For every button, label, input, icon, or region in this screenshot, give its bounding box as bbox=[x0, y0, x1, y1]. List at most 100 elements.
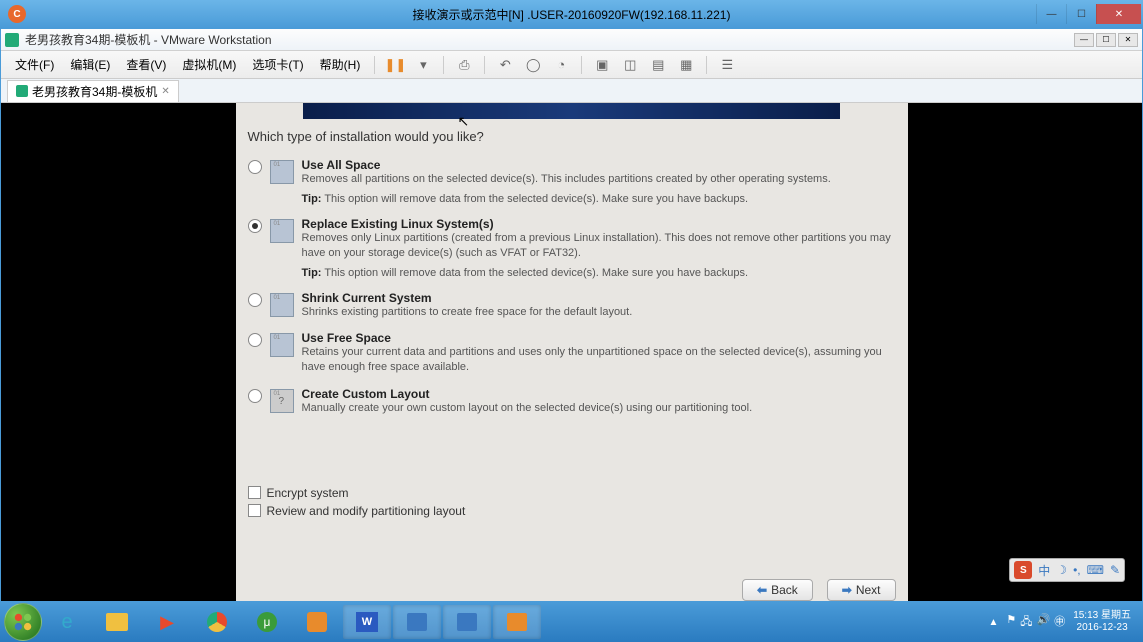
ime-lang[interactable]: 中 bbox=[1038, 562, 1050, 579]
review-checkbox[interactable] bbox=[248, 504, 261, 517]
vmware-minimize-button[interactable]: — bbox=[1074, 33, 1094, 47]
tray-clock[interactable]: 15:13 星期五 2016-12-23 bbox=[1073, 610, 1131, 634]
toolbar-separator bbox=[706, 56, 707, 74]
disk-icon bbox=[270, 293, 294, 317]
start-button[interactable] bbox=[4, 603, 42, 641]
encrypt-checkbox[interactable] bbox=[248, 486, 261, 499]
ime-toolbar[interactable]: S 中 ☽ •, ⌨ ✎ bbox=[1009, 558, 1125, 582]
radio-use-all-space[interactable] bbox=[248, 160, 262, 174]
menu-file[interactable]: 文件(F) bbox=[7, 52, 62, 77]
fullscreen-icon[interactable]: ▣ bbox=[592, 55, 612, 75]
tip-label: Tip: bbox=[302, 193, 322, 205]
toolbar-separator bbox=[581, 56, 582, 74]
remote-title: 接收演示或示范中[N] .USER-20160920FW(192.168.11.… bbox=[413, 6, 731, 23]
option-desc: Manually create your own custom layout o… bbox=[302, 401, 896, 416]
tip-text: This option will remove data from the se… bbox=[321, 267, 748, 279]
tip-text: This option will remove data from the se… bbox=[321, 193, 748, 205]
remote-app-icon: C bbox=[8, 5, 26, 23]
toolbar-separator bbox=[443, 56, 444, 74]
encrypt-label: Encrypt system bbox=[267, 486, 349, 500]
radio-replace-existing[interactable] bbox=[248, 219, 262, 233]
menu-edit[interactable]: 编辑(E) bbox=[62, 52, 118, 77]
vm-display: ↖ Which type of installation would you l… bbox=[1, 103, 1142, 601]
radio-custom-layout[interactable] bbox=[248, 389, 262, 403]
disk-icon: ? bbox=[270, 389, 294, 413]
vmware-close-button[interactable]: ✕ bbox=[1118, 33, 1138, 47]
menu-view[interactable]: 查看(V) bbox=[118, 52, 174, 77]
option-desc: Removes all partitions on the selected d… bbox=[302, 172, 896, 187]
vmware-window: 老男孩教育34期-模板机 - VMware Workstation — ☐ ✕ … bbox=[0, 28, 1143, 602]
tray-ime-icon[interactable]: ㊥ bbox=[1054, 613, 1065, 632]
console-icon[interactable]: ▤ bbox=[648, 55, 668, 75]
pause-icon[interactable]: ❚❚ bbox=[385, 55, 405, 75]
tray-date: 2016-12-23 bbox=[1073, 622, 1131, 634]
tray-chevron-icon[interactable]: ▲ bbox=[988, 617, 998, 628]
tray-time: 15:13 bbox=[1073, 610, 1098, 621]
taskbar: e ▶ μ W ▲ ⚑ 🖧 🔊 ㊥ 15:13 星期五 2016-12-23 bbox=[0, 602, 1143, 642]
ime-settings-icon[interactable]: ✎ bbox=[1110, 563, 1120, 577]
taskbar-explorer[interactable] bbox=[93, 605, 141, 639]
radio-shrink-current[interactable] bbox=[248, 293, 262, 307]
library-icon[interactable]: ☰ bbox=[717, 55, 737, 75]
snapshot-manage-icon[interactable]: ◔ bbox=[551, 55, 571, 75]
minimize-button[interactable]: — bbox=[1036, 4, 1066, 24]
disk-icon bbox=[270, 219, 294, 243]
back-button[interactable]: ⬅ Back bbox=[742, 579, 813, 601]
back-label: Back bbox=[771, 583, 798, 597]
dropdown-icon[interactable]: ▾ bbox=[413, 55, 433, 75]
tray-network-icon[interactable]: 🖧 bbox=[1020, 613, 1032, 632]
option-desc: Retains your current data and partitions… bbox=[302, 345, 896, 375]
menu-tabs[interactable]: 选项卡(T) bbox=[244, 52, 311, 77]
option-title: Use Free Space bbox=[302, 331, 896, 345]
next-label: Next bbox=[856, 583, 881, 597]
taskbar-chrome[interactable] bbox=[193, 605, 241, 639]
toolbar-separator bbox=[484, 56, 485, 74]
vm-tab-label: 老男孩教育34期-模板机 bbox=[32, 83, 157, 100]
taskbar-ie[interactable]: e bbox=[43, 605, 91, 639]
option-desc: Removes only Linux partitions (created f… bbox=[302, 231, 896, 261]
tray-volume-icon[interactable]: 🔊 bbox=[1036, 613, 1050, 632]
vmware-maximize-button[interactable]: ☐ bbox=[1096, 33, 1116, 47]
review-partition-row[interactable]: Review and modify partitioning layout bbox=[248, 502, 896, 520]
option-title: Use All Space bbox=[302, 158, 896, 172]
menu-help[interactable]: 帮助(H) bbox=[312, 52, 369, 77]
option-use-all-space[interactable]: Use All Space Removes all partitions on … bbox=[248, 154, 896, 213]
option-shrink-current[interactable]: Shrink Current System Shrinks existing p… bbox=[248, 287, 896, 328]
ime-punct-icon[interactable]: •, bbox=[1073, 563, 1081, 577]
arrow-left-icon: ⬅ bbox=[757, 583, 767, 597]
taskbar-word[interactable]: W bbox=[343, 605, 391, 639]
install-question: Which type of installation would you lik… bbox=[248, 129, 896, 144]
vm-tab-icon bbox=[16, 85, 28, 97]
taskbar-remote[interactable] bbox=[393, 605, 441, 639]
revert-icon[interactable]: ↶ bbox=[495, 55, 515, 75]
close-button[interactable]: ✕ bbox=[1096, 4, 1141, 24]
option-title: Replace Existing Linux System(s) bbox=[302, 217, 896, 231]
next-button[interactable]: ➡ Next bbox=[827, 579, 896, 601]
taskbar-app2[interactable] bbox=[443, 605, 491, 639]
taskbar-app1[interactable] bbox=[293, 605, 341, 639]
option-custom-layout[interactable]: ? Create Custom Layout Manually create y… bbox=[248, 383, 896, 424]
vm-tab[interactable]: 老男孩教育34期-模板机 ✕ bbox=[7, 80, 179, 102]
system-tray: ▲ ⚑ 🖧 🔊 ㊥ 15:13 星期五 2016-12-23 bbox=[988, 610, 1139, 634]
multimon-icon[interactable]: ▦ bbox=[676, 55, 696, 75]
ime-moon-icon[interactable]: ☽ bbox=[1056, 563, 1067, 577]
taskbar-media[interactable]: ▶ bbox=[143, 605, 191, 639]
snapshot-icon[interactable]: ⎙ bbox=[454, 55, 474, 75]
tab-close-icon[interactable]: ✕ bbox=[161, 86, 169, 97]
radio-use-free-space[interactable] bbox=[248, 333, 262, 347]
snapshot-take-icon[interactable]: ◯ bbox=[523, 55, 543, 75]
encrypt-system-row[interactable]: Encrypt system bbox=[248, 484, 896, 502]
taskbar-utorrent[interactable]: μ bbox=[243, 605, 291, 639]
vmware-menubar: 文件(F) 编辑(E) 查看(V) 虚拟机(M) 选项卡(T) 帮助(H) ❚❚… bbox=[1, 51, 1142, 79]
maximize-button[interactable]: ☐ bbox=[1066, 4, 1096, 24]
option-title: Shrink Current System bbox=[302, 291, 896, 305]
tray-weekday: 星期五 bbox=[1101, 610, 1131, 621]
ime-keyboard-icon[interactable]: ⌨ bbox=[1087, 563, 1104, 577]
option-replace-existing[interactable]: Replace Existing Linux System(s) Removes… bbox=[248, 213, 896, 287]
menu-vm[interactable]: 虚拟机(M) bbox=[174, 52, 244, 77]
option-desc: Shrinks existing partitions to create fr… bbox=[302, 305, 896, 320]
taskbar-vmware[interactable] bbox=[493, 605, 541, 639]
tray-flag-icon[interactable]: ⚑ bbox=[1006, 613, 1016, 632]
unity-icon[interactable]: ◫ bbox=[620, 55, 640, 75]
option-use-free-space[interactable]: Use Free Space Retains your current data… bbox=[248, 327, 896, 383]
